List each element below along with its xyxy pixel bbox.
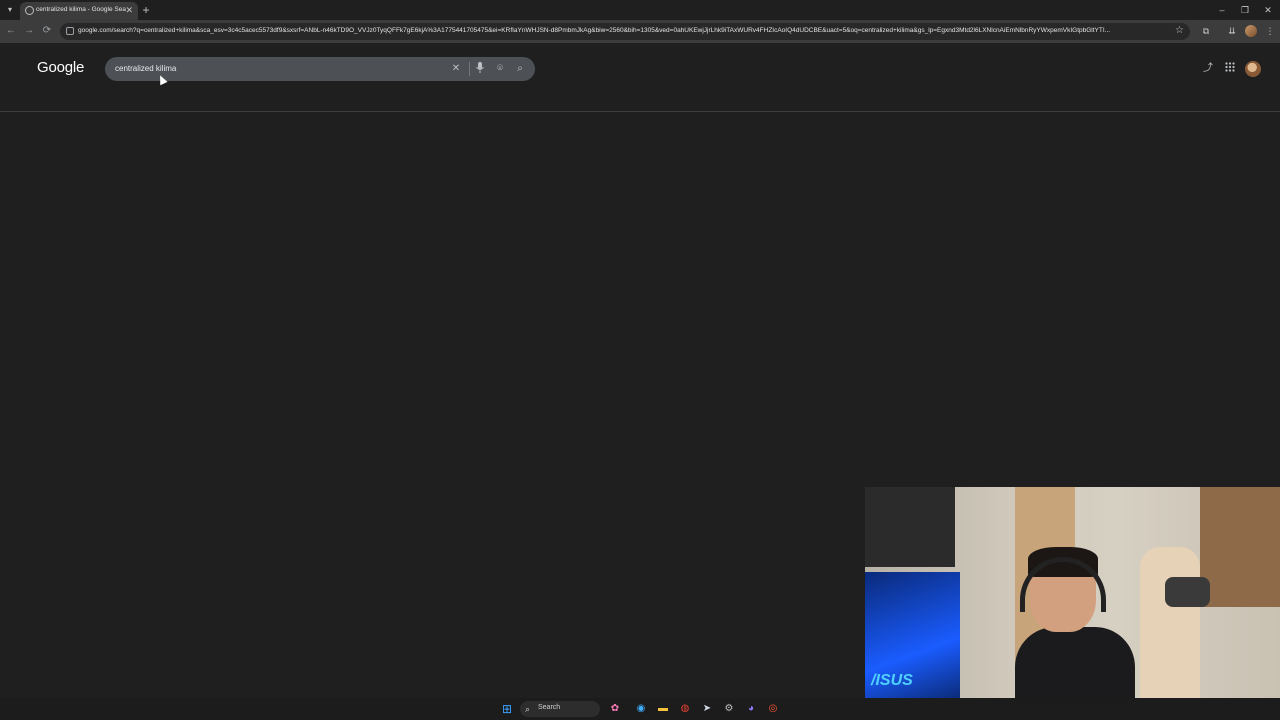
extensions-icon[interactable]: ⧉ <box>1200 25 1212 37</box>
google-apps-grid-icon[interactable] <box>1223 62 1237 76</box>
steam-icon[interactable]: ➤ <box>700 702 714 716</box>
voice-search-mic-icon[interactable] <box>473 62 487 76</box>
window-close-button[interactable]: ✕ <box>1259 3 1277 17</box>
tab-title: centralized kilima - Google Sea <box>36 6 126 13</box>
file-explorer-icon[interactable]: ▬ <box>656 702 670 716</box>
windows-taskbar: ⊞ ⌕ Search ✿ ◉ ▬ ◍ ➤ ⚙ ◕ ◎ <box>0 698 1280 720</box>
browser-profile-avatar[interactable] <box>1245 25 1257 37</box>
google-lens-icon[interactable]: ⌾ <box>493 62 507 76</box>
webcam-monitor-logo: /ISUS <box>871 672 913 689</box>
settings-gear-icon[interactable]: ⚙ <box>722 702 736 716</box>
header-divider <box>0 111 1280 112</box>
downloads-icon[interactable]: ⇊ <box>1226 25 1238 37</box>
bookmark-star-icon[interactable]: ☆ <box>1175 25 1184 37</box>
restore-button[interactable]: ❐ <box>1236 3 1254 17</box>
search-query-text[interactable]: centralized kilima <box>115 64 176 73</box>
webcam-chair <box>1140 547 1200 720</box>
reload-icon[interactable]: ⟳ <box>40 24 54 38</box>
taskbar-app-icon[interactable]: ✿ <box>608 702 622 716</box>
browser-menu-icon[interactable]: ⋮ <box>1264 25 1276 37</box>
tab-list-chevron-icon[interactable]: ▾ <box>4 4 16 16</box>
webcam-shelf <box>865 487 955 567</box>
taskbar-search-label: Search <box>538 704 561 711</box>
account-avatar[interactable] <box>1245 61 1261 77</box>
forward-arrow-icon[interactable]: → <box>22 24 36 38</box>
webcam-microphone <box>1165 577 1210 607</box>
discord-icon[interactable]: ◕ <box>744 702 758 716</box>
windows-start-icon[interactable]: ⊞ <box>500 702 514 716</box>
search-input[interactable]: centralized kilima ✕ ⌾ ⌕ <box>105 57 535 81</box>
tab-close-icon[interactable]: ✕ <box>125 4 133 16</box>
edge-icon[interactable]: ◉ <box>634 702 648 716</box>
chrome-icon[interactable]: ◍ <box>678 702 692 716</box>
share-icon[interactable]: ⤴ <box>1201 62 1215 76</box>
url-text[interactable]: google.com/search?q=centralized+kilima&s… <box>78 27 1163 34</box>
back-arrow-icon[interactable]: ← <box>4 24 18 38</box>
google-favicon-icon <box>25 6 34 15</box>
webcam-right-shelf <box>1200 487 1280 607</box>
search-divider <box>469 62 470 76</box>
recording-app-icon[interactable]: ◎ <box>766 702 780 716</box>
minimize-button[interactable]: – <box>1213 3 1231 17</box>
taskbar-search[interactable]: ⌕ Search <box>520 701 600 717</box>
tab-strip: ▾ centralized kilima - Google Sea ✕ + – … <box>0 0 1280 20</box>
site-info-icon[interactable] <box>66 27 74 35</box>
address-bar[interactable]: google.com/search?q=centralized+kilima&s… <box>60 23 1190 40</box>
google-logo[interactable]: Google <box>37 59 84 76</box>
new-tab-button[interactable]: + <box>141 3 151 17</box>
search-submit-icon[interactable]: ⌕ <box>513 62 527 76</box>
active-tab[interactable]: centralized kilima - Google Sea ✕ <box>20 2 138 20</box>
webcam-overlay: /ISUS <box>865 487 1280 720</box>
clear-search-icon[interactable]: ✕ <box>449 62 463 76</box>
browser-toolbar: ← → ⟳ google.com/search?q=centralized+ki… <box>0 20 1280 43</box>
taskbar-search-icon: ⌕ <box>525 704 531 714</box>
